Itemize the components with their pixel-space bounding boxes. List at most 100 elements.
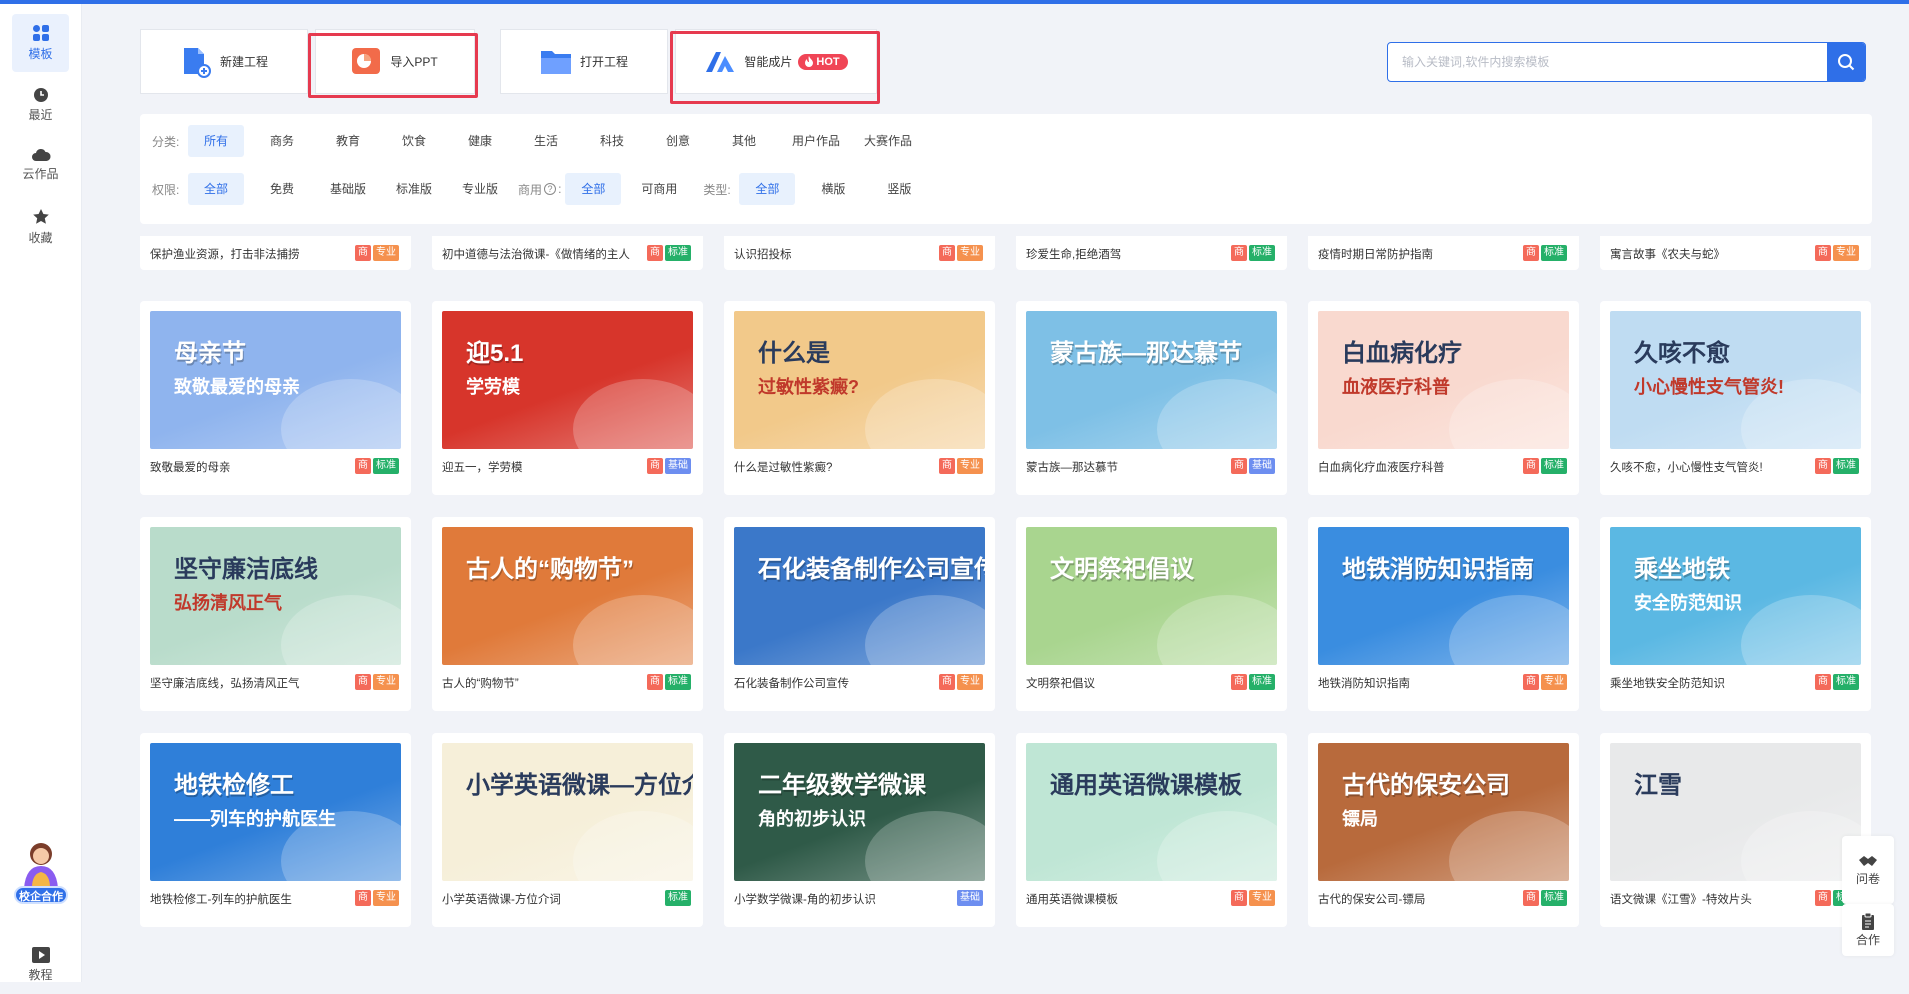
category-option[interactable]: 科技 <box>584 125 640 157</box>
template-card-partial[interactable]: 初中道德与法治微课-《做情绪的主人 商标准 <box>432 236 703 270</box>
template-card[interactable]: 白血病化疗 血液医疗科普 白血病化疗血液医疗科普商标准 <box>1308 301 1579 495</box>
tag-badge: 标准 <box>1541 458 1567 474</box>
sidebar-item-templates[interactable]: 模板 <box>12 14 69 72</box>
thumbnail-title: 二年级数学微课 <box>758 772 926 799</box>
tag-badge: 商 <box>1815 458 1831 474</box>
template-thumbnail: 石化装备制作公司宣传 <box>734 527 985 665</box>
template-card[interactable]: 通用英语微课模板 通用英语微课模板商专业 <box>1016 733 1287 927</box>
category-option[interactable]: 其他 <box>716 125 772 157</box>
template-thumbnail: 久咳不愈 小心慢性支气管炎! <box>1610 311 1861 449</box>
tag-group: 商基础 <box>647 458 691 474</box>
tag-badge: 商 <box>1523 674 1539 690</box>
search-input[interactable] <box>1388 43 1827 81</box>
help-icon[interactable]: ? <box>544 183 557 195</box>
sidebar-item-tutorial[interactable]: 教程 <box>12 936 69 994</box>
commercial-option[interactable]: 可商用 <box>631 173 687 205</box>
smart-video-logo-icon <box>704 50 736 74</box>
grid-icon <box>32 25 49 41</box>
template-card[interactable]: 地铁检修工 ——列车的护航医生 地铁检修工-列车的护航医生 商专业 <box>140 733 411 927</box>
thumbnail-title: 坚守廉洁底线 <box>174 556 318 583</box>
search-button[interactable] <box>1827 43 1865 81</box>
new-project-button[interactable]: 新建工程 <box>140 29 308 94</box>
thumbnail-decoration <box>573 811 693 881</box>
template-card-partial[interactable]: 保护渔业资源，打击非法捕捞 商专业 <box>140 236 411 270</box>
open-project-button[interactable]: 打开工程 <box>500 29 668 94</box>
smart-video-button[interactable]: 智能成片 HOT <box>675 29 877 94</box>
type-option[interactable]: 竖版 <box>871 173 927 205</box>
category-option[interactable]: 商务 <box>254 125 310 157</box>
thumbnail-title: 蒙古族—那达慕节 <box>1050 340 1242 367</box>
card-title: 迎五一，学劳模 <box>442 462 523 474</box>
thumbnail-title: 什么是 <box>758 340 830 367</box>
tag-group: 商标准 <box>1231 245 1275 261</box>
thumbnail-subtitle: 安全防范知识 <box>1634 593 1742 613</box>
school-enterprise-promo[interactable]: 校企合作 <box>14 838 68 904</box>
permission-option[interactable]: 标准版 <box>386 173 442 205</box>
template-card[interactable]: 文明祭祀倡议 文明祭祀倡议商标准 <box>1016 517 1287 711</box>
template-card-partial[interactable]: 疫情时期日常防护指南 商标准 <box>1308 236 1579 270</box>
tag-badge: 标准 <box>1833 674 1859 690</box>
template-card[interactable]: 乘坐地铁 安全防范知识 乘坐地铁安全防范知识商标准 <box>1600 517 1871 711</box>
commercial-option[interactable]: 全部 <box>565 173 622 205</box>
category-option[interactable]: 饮食 <box>386 125 442 157</box>
tag-group: 商专业 <box>355 245 399 261</box>
import-ppt-button[interactable]: 导入PPT <box>315 29 475 94</box>
template-card-partial[interactable]: 寓言故事《农夫与蛇》 商专业 <box>1600 236 1871 270</box>
template-card[interactable]: 久咳不愈 小心慢性支气管炎! 久咳不愈，小心慢性支气管炎! 商标准 <box>1600 301 1871 495</box>
permission-option[interactable]: 免费 <box>254 173 310 205</box>
template-card[interactable]: 迎5.1 学劳模 迎五一，学劳模 商基础 <box>432 301 703 495</box>
cooperate-button[interactable]: 合作 <box>1842 904 1894 956</box>
category-option[interactable]: 健康 <box>452 125 508 157</box>
tag-group: 标准 <box>665 890 691 906</box>
permission-option[interactable]: 全部 <box>188 173 244 205</box>
search-icon <box>1838 54 1855 71</box>
template-card[interactable]: 古代的保安公司 镖局 古代的保安公司-镖局 商标准 <box>1308 733 1579 927</box>
template-card-partial[interactable]: 珍爱生命,拒绝酒驾 商标准 <box>1016 236 1287 270</box>
permission-option[interactable]: 基础版 <box>320 173 376 205</box>
template-card[interactable]: 石化装备制作公司宣传 石化装备制作公司宣传商专业 <box>724 517 995 711</box>
thumbnail-decoration <box>1157 811 1277 881</box>
thumbnail-subtitle: 过敏性紫癜? <box>758 377 859 397</box>
questionnaire-button[interactable]: 问卷 <box>1842 836 1894 904</box>
template-thumbnail: 古人的“购物节” <box>442 527 693 665</box>
template-thumbnail: 古代的保安公司 镖局 <box>1318 743 1569 881</box>
template-card[interactable]: 什么是 过敏性紫癜? 什么是过敏性紫癜? 商专业 <box>724 301 995 495</box>
tag-group: 商专业 <box>355 674 399 690</box>
template-thumbnail: 小学英语微课—方位介词 <box>442 743 693 881</box>
thumbnail-decoration <box>281 595 401 665</box>
sidebar-item-cloud[interactable]: 云作品 <box>12 136 69 194</box>
template-card-partial[interactable]: 认识招投标 商专业 <box>724 236 995 270</box>
sidebar-item-recent[interactable]: 最近 <box>12 76 69 134</box>
template-card[interactable]: 地铁消防知识指南 地铁消防知识指南商专业 <box>1308 517 1579 711</box>
tag-badge: 标准 <box>373 458 399 474</box>
thumbnail-subtitle: 角的初步认识 <box>758 809 866 829</box>
template-card[interactable]: 古人的“购物节” 古人的“购物节” 商标准 <box>432 517 703 711</box>
template-thumbnail: 母亲节 致敬最爱的母亲 <box>150 311 401 449</box>
permission-option[interactable]: 专业版 <box>452 173 508 205</box>
thumbnail-decoration <box>1449 595 1569 665</box>
template-card[interactable]: 蒙古族—那达慕节 蒙古族—那达慕节商基础 <box>1016 301 1287 495</box>
thumbnail-decoration <box>865 379 985 449</box>
thumbnail-decoration <box>1157 379 1277 449</box>
clipboard-icon <box>1862 912 1874 930</box>
type-option[interactable]: 横版 <box>805 173 861 205</box>
category-option[interactable]: 大赛作品 <box>854 125 922 157</box>
filter-panel: 分类: 所有 商务 教育 饮食 健康 生活 科技 创意 其他 用户作品 大赛作品… <box>140 114 1872 224</box>
smart-video-label: 智能成片 <box>744 55 793 69</box>
template-card[interactable]: 坚守廉洁底线 弘扬清风正气 坚守廉洁底线，弘扬清风正气 商专业 <box>140 517 411 711</box>
type-option[interactable]: 全部 <box>739 173 796 205</box>
category-option[interactable]: 所有 <box>188 125 244 157</box>
thumbnail-title: 古人的“购物节” <box>466 556 634 583</box>
category-option[interactable]: 用户作品 <box>782 125 850 157</box>
template-card[interactable]: 二年级数学微课 角的初步认识 小学数学微课-角的初步认识 基础 <box>724 733 995 927</box>
category-option[interactable]: 教育 <box>320 125 376 157</box>
template-card[interactable]: 小学英语微课—方位介词小学英语微课-方位介词 标准 <box>432 733 703 927</box>
category-option[interactable]: 生活 <box>518 125 574 157</box>
template-card[interactable]: 母亲节 致敬最爱的母亲 致敬最爱的母亲商标准 <box>140 301 411 495</box>
sidebar-item-favorites[interactable]: 收藏 <box>12 198 69 256</box>
template-card[interactable]: 江雪语文微课《江雪》-特效片头商标准 <box>1600 733 1871 927</box>
tag-badge: 商 <box>939 458 955 474</box>
star-icon <box>32 209 49 224</box>
template-thumbnail: 二年级数学微课角的初步认识 <box>734 743 985 881</box>
category-option[interactable]: 创意 <box>650 125 706 157</box>
